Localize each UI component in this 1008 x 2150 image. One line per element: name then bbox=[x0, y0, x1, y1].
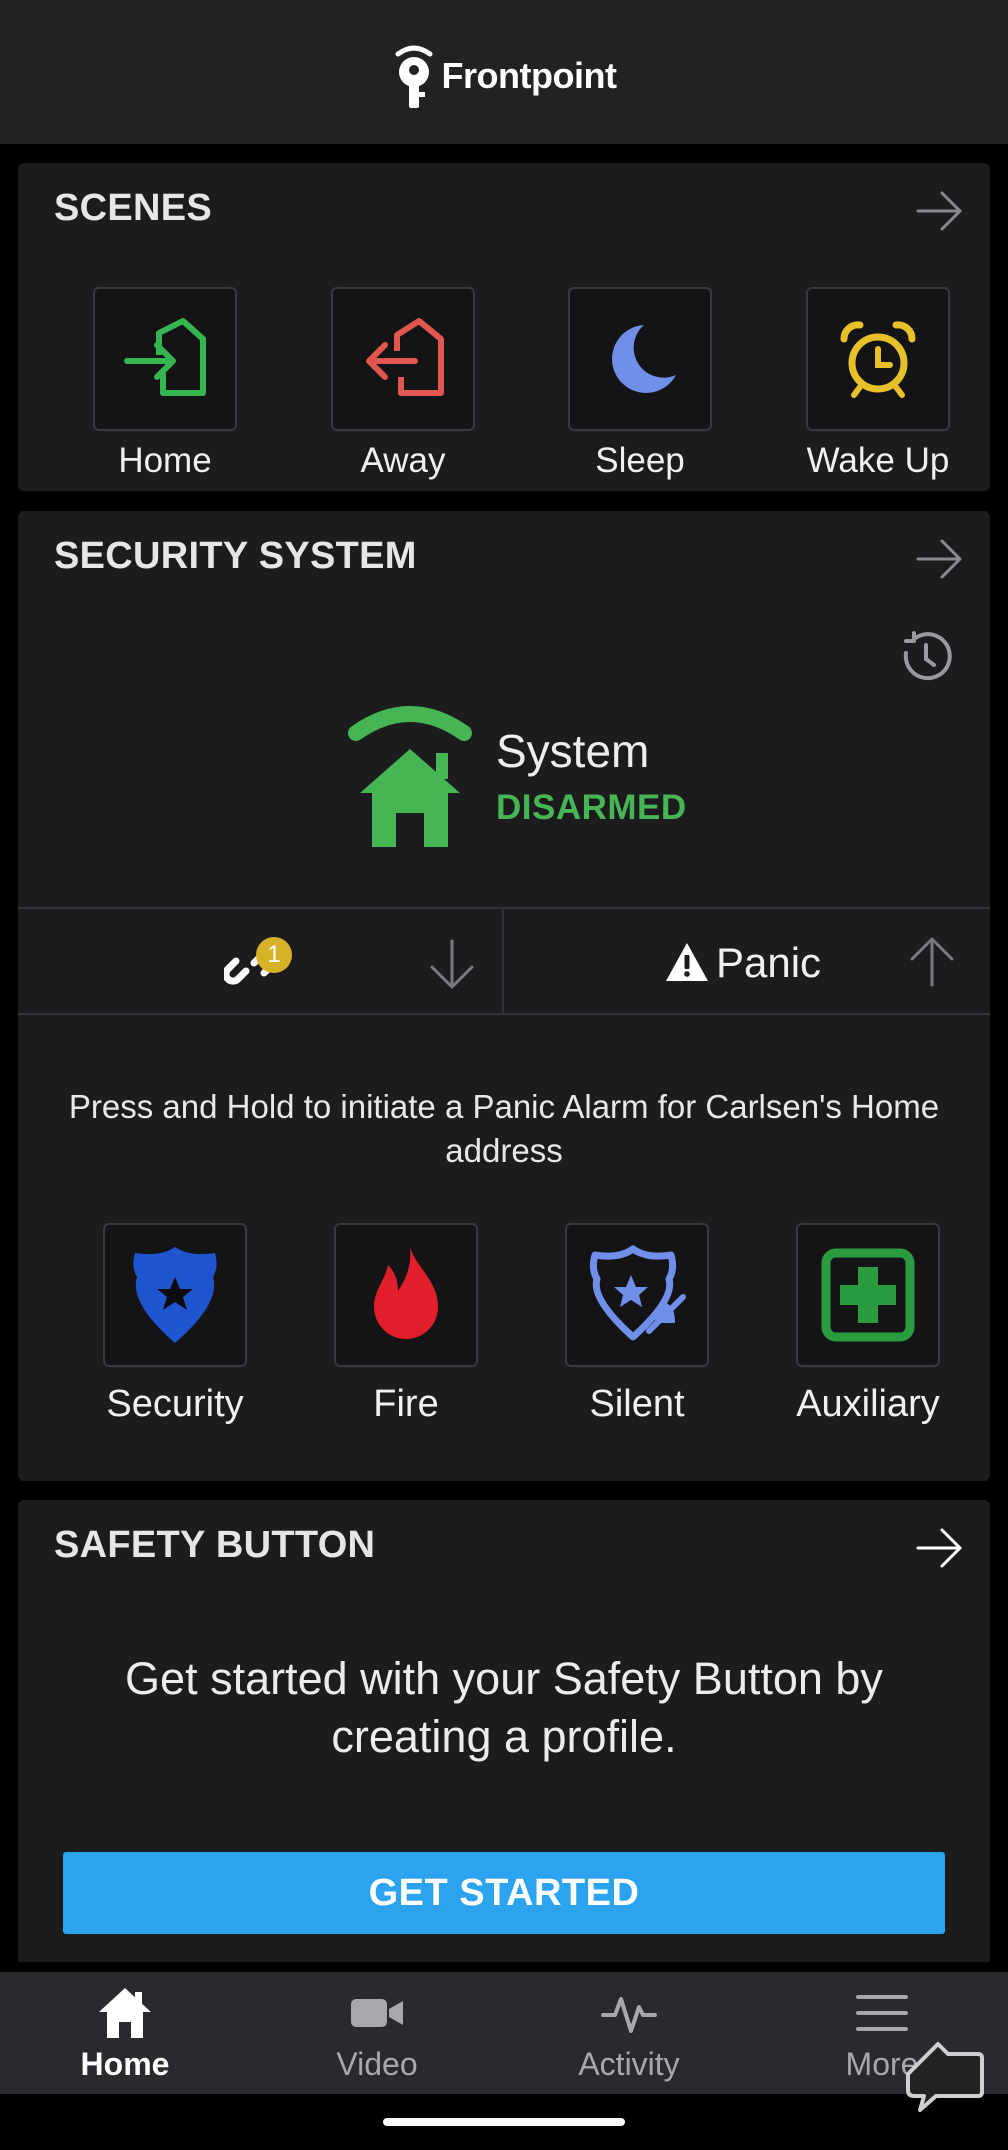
panic-security-tile[interactable] bbox=[103, 1223, 247, 1367]
panic-toggle[interactable]: Panic bbox=[504, 909, 990, 1013]
scene-wake-up[interactable]: Wake Up bbox=[793, 287, 963, 481]
scene-home[interactable]: Home bbox=[80, 287, 250, 481]
sensor-count-badge: 1 bbox=[256, 937, 292, 973]
panic-item-label: Security bbox=[106, 1383, 244, 1425]
video-camera-icon bbox=[351, 1999, 403, 2027]
moon-icon bbox=[612, 325, 676, 393]
panic-item-label: Silent bbox=[589, 1383, 685, 1425]
nav-label: Activity bbox=[578, 2046, 680, 2082]
activity-pulse-icon bbox=[601, 1997, 657, 2033]
panic-item-label: Fire bbox=[373, 1383, 439, 1425]
panic-fire[interactable]: Fire bbox=[291, 1223, 521, 1426]
scenes-card: SCENES Home Away Sleep Wake Up bbox=[18, 163, 990, 491]
key-logo-icon bbox=[395, 45, 433, 108]
nav-label: Video bbox=[336, 2046, 418, 2082]
safety-title: SAFETY BUTTON bbox=[54, 1524, 376, 1566]
scene-label: Wake Up bbox=[806, 441, 950, 480]
scenes-arrow-icon[interactable] bbox=[912, 183, 968, 239]
status-system-label: System bbox=[496, 725, 650, 777]
arrow-down-icon bbox=[430, 939, 474, 989]
scene-away[interactable]: Away bbox=[318, 287, 488, 481]
panic-silent-tile[interactable] bbox=[565, 1223, 709, 1367]
brand-logo: Frontpoint bbox=[392, 40, 617, 112]
silent-badge-icon bbox=[589, 1245, 686, 1341]
house-wifi-icon bbox=[348, 706, 472, 847]
scene-label: Home bbox=[118, 441, 212, 480]
security-actions-row: 1 Panic bbox=[18, 907, 990, 1015]
brand-name: Frontpoint bbox=[441, 55, 617, 96]
get-started-button[interactable]: GET STARTED bbox=[63, 1852, 945, 1934]
security-system-card: SECURITY SYSTEM System DISARMED 1 Panic … bbox=[18, 511, 990, 1481]
home-icon bbox=[99, 1988, 151, 2038]
sensors-toggle[interactable]: 1 bbox=[18, 909, 504, 1013]
scene-sleep[interactable]: Sleep bbox=[555, 287, 725, 481]
home-arrive-icon bbox=[124, 318, 206, 396]
safety-arrow-icon[interactable] bbox=[912, 1520, 968, 1576]
nav-activity[interactable]: Activity bbox=[529, 1984, 729, 2083]
hamburger-menu-icon bbox=[856, 1995, 908, 2031]
scene-wake-up-tile[interactable] bbox=[806, 287, 950, 431]
scene-sleep-tile[interactable] bbox=[568, 287, 712, 431]
safety-button-card: SAFETY BUTTON Get started with your Safe… bbox=[18, 1500, 990, 1962]
scene-label: Sleep bbox=[595, 441, 685, 480]
medical-cross-icon bbox=[821, 1248, 915, 1342]
scene-away-tile[interactable] bbox=[331, 287, 475, 431]
police-badge-icon bbox=[133, 1247, 217, 1343]
security-arrow-icon[interactable] bbox=[912, 531, 968, 587]
status-text: System DISARMED bbox=[496, 724, 687, 828]
panic-security[interactable]: Security bbox=[60, 1223, 290, 1426]
flame-icon bbox=[374, 1247, 438, 1339]
arrow-up-icon bbox=[910, 937, 954, 987]
safety-message: Get started with your Safety Button by c… bbox=[125, 1653, 883, 1762]
history-icon[interactable] bbox=[898, 629, 954, 685]
nav-home[interactable]: Home bbox=[25, 1984, 225, 2083]
scene-home-tile[interactable] bbox=[93, 287, 237, 431]
status-state: DISARMED bbox=[496, 788, 687, 827]
alarm-clock-icon bbox=[840, 321, 916, 398]
panic-auxiliary[interactable]: Auxiliary bbox=[753, 1223, 983, 1426]
system-status[interactable]: System DISARMED bbox=[348, 701, 687, 851]
panic-item-label: Auxiliary bbox=[796, 1383, 940, 1425]
warning-icon bbox=[666, 943, 708, 981]
panic-silent[interactable]: Silent bbox=[522, 1223, 752, 1426]
panic-fire-tile[interactable] bbox=[334, 1223, 478, 1367]
panic-auxiliary-tile[interactable] bbox=[796, 1223, 940, 1367]
chat-support-icon[interactable] bbox=[902, 2030, 986, 2114]
security-title: SECURITY SYSTEM bbox=[54, 535, 417, 577]
panic-label: Panic bbox=[716, 939, 822, 986]
nav-video[interactable]: Video bbox=[277, 1984, 477, 2083]
scene-label: Away bbox=[360, 441, 446, 480]
panic-description: Press and Hold to initiate a Panic Alarm… bbox=[68, 1088, 940, 1169]
top-bar: Frontpoint bbox=[0, 0, 1008, 144]
nav-label: Home bbox=[80, 2046, 170, 2082]
home-leave-icon bbox=[366, 318, 444, 396]
bottom-nav: Home Video Activity More bbox=[0, 1972, 1008, 2094]
scenes-title: SCENES bbox=[54, 187, 213, 229]
home-indicator[interactable] bbox=[383, 2118, 625, 2126]
